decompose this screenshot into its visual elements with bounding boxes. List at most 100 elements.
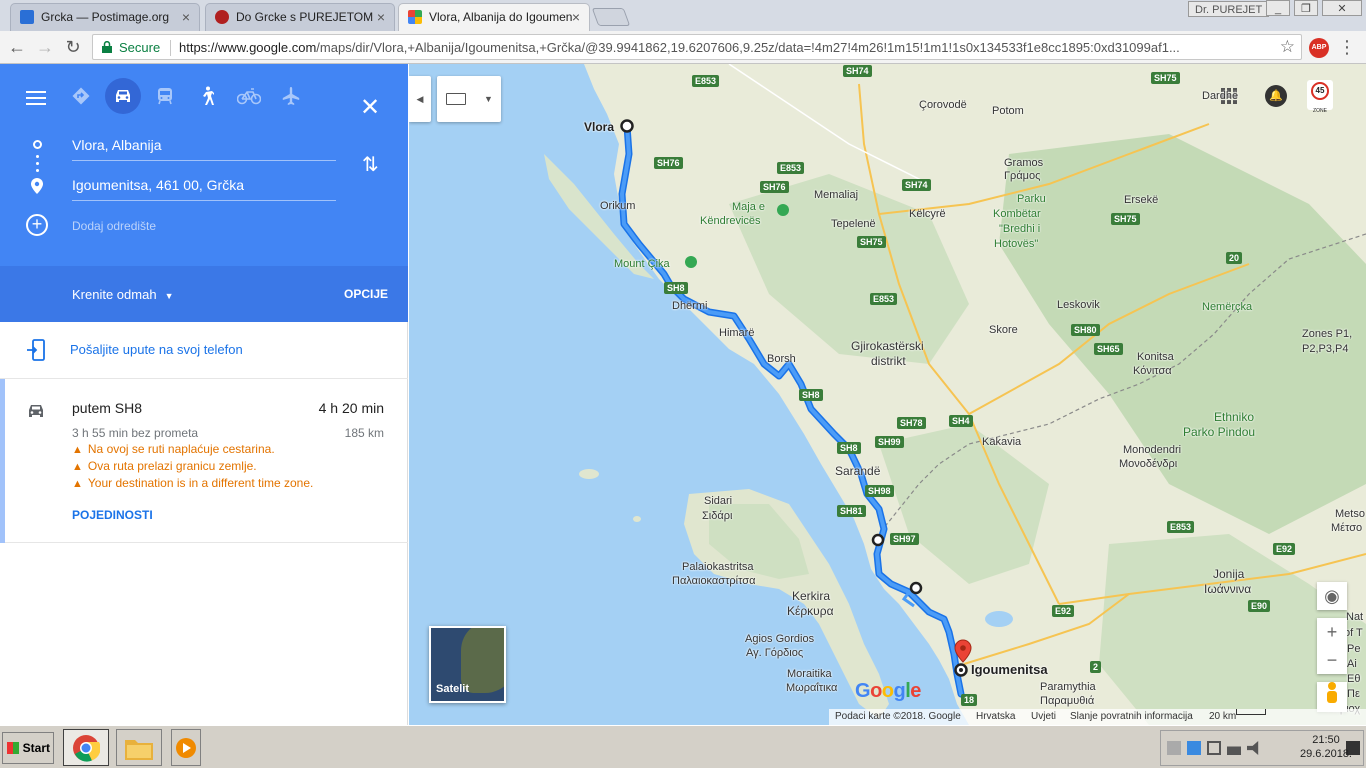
chrome-menu-icon[interactable]: ⋮ [1338,37,1356,58]
send-to-phone-icon [27,339,45,361]
route-duration: 4 h 20 min [318,400,384,416]
zoom-in-button[interactable]: + [1317,618,1347,646]
reload-button[interactable]: ↻ [62,36,84,58]
car-mode-icon[interactable] [105,78,141,114]
country-link[interactable]: Hrvatska [976,709,1015,725]
keyboard-icon [446,93,466,105]
feedback-link[interactable]: Slanje povratnih informacija [1070,709,1193,725]
map-label: Palaiokastritsa [682,561,754,573]
speed-zone-extension-icon[interactable]: 45 ZONE [1307,80,1333,114]
close-tab-icon[interactable]: × [572,4,580,30]
taskbar-explorer[interactable] [116,729,162,766]
tab-google-maps[interactable]: Vlora, Albanija do Igoumen × [398,3,590,31]
map-label: Potom [992,105,1024,117]
map-label: Metso [1335,508,1365,520]
map-label: Κέρκυρα [787,604,834,618]
minimize-button[interactable]: _ [1266,0,1290,16]
back-button[interactable]: ← [6,36,28,58]
swap-waypoints-icon[interactable]: ⇅ [362,152,379,177]
map-label: Borsh [767,353,796,365]
input-tools-button[interactable]: ▼ [437,76,501,122]
usb-icon[interactable] [1207,741,1221,755]
satellite-toggle[interactable]: Satelit [429,626,506,703]
map-label: Moraitika [787,668,832,680]
dropbox-icon[interactable] [1187,741,1201,755]
tab-purejet[interactable]: Do Grcke s PUREJETOM × [205,3,395,31]
road-shield: SH99 [875,436,904,448]
walk-mode-icon[interactable] [189,78,225,114]
map-data-attribution[interactable]: Podaci karte ©2018. Google [835,709,961,725]
profile-button[interactable]: Dr. PUREJET [1188,1,1270,17]
transit-mode-icon[interactable] [147,78,183,114]
bookmark-star-icon[interactable]: ☆ [1280,37,1295,57]
network-signal-icon[interactable] [1227,741,1241,755]
details-link[interactable]: POJEDINOSTI [72,508,153,522]
menu-icon[interactable] [26,91,46,109]
map-canvas[interactable]: ◀ ▼ 🔔 45 ZONE Vlora Igoumenitsa Çorovodë … [409,64,1366,725]
send-to-phone-row[interactable]: Pošaljite upute na svoj telefon [0,322,408,379]
road-shield: SH8 [799,389,823,401]
warning-toll: ▲ Na ovoj se ruti naplaćuje cestarina. [72,442,275,456]
close-window-button[interactable]: ✕ [1322,0,1362,16]
origin-input[interactable]: Vlora, Albanija [72,137,336,161]
road-shield: SH81 [837,505,866,517]
road-shield: SH8 [664,282,688,294]
route-node-marker[interactable] [871,533,885,547]
road-shield: E853 [870,293,898,305]
warning-icon: ▲ [72,478,83,490]
route-node-marker[interactable] [909,581,923,595]
taskbar-media-player[interactable] [171,729,201,766]
tray-icon[interactable] [1167,741,1181,755]
address-bar[interactable]: Secure https://www.google.com/maps/dir/V… [92,34,1302,60]
close-directions-icon[interactable]: ✕ [360,96,380,120]
new-tab-button[interactable] [591,8,631,26]
volume-icon[interactable] [1247,741,1259,755]
add-destination-icon[interactable]: + [26,214,48,236]
clock-date: 29.6.2018. [1300,748,1352,760]
map-label: Ersekë [1124,194,1159,206]
zoom-out-button[interactable]: − [1317,646,1347,674]
tab-postimage[interactable]: Grcka — Postimage.org × [10,3,200,31]
map-label: Kakavia [982,436,1022,448]
taskbar-chrome[interactable] [63,729,109,766]
map-label: Parku [1017,193,1046,205]
my-location-button[interactable]: ◉ [1317,582,1347,610]
start-button[interactable]: Start [2,732,54,764]
departure-bar: Krenite odmah ▼ OPCIJE [0,266,408,322]
route-distance: 185 km [344,426,384,440]
best-route-mode-icon[interactable] [63,78,99,114]
options-button[interactable]: OPCIJE [344,287,388,301]
add-destination-label[interactable]: Dodaj odredište [72,219,156,233]
road-shield: SH98 [865,485,894,497]
scale-label[interactable]: 20 km [1209,709,1236,725]
adblock-extension-icon[interactable]: ABP [1309,38,1329,58]
map-label: Gjirokastërski [851,339,924,353]
close-tab-icon[interactable]: × [377,4,385,30]
lock-icon [102,41,112,53]
map-label: Μωραΐτικα [786,682,838,694]
forward-button[interactable]: → [34,36,56,58]
road-shield: SH76 [654,157,683,169]
route-card[interactable]: putem SH8 4 h 20 min 3 h 55 min bez prom… [0,379,408,543]
map-label: Sidari [704,495,733,507]
depart-time-dropdown[interactable]: Krenite odmah ▼ [72,287,173,302]
url-path: /maps/dir/Vlora,+Albanija/Igoumenitsa,+G… [316,40,1180,55]
origin-marker[interactable] [620,119,634,133]
notification-bell-icon[interactable]: 🔔 [1265,85,1287,107]
system-clock[interactable]: 21:50 29.6.2018. [1300,733,1352,761]
windows-flag-icon [7,742,19,754]
road-shield: SH97 [890,533,919,545]
tab-title: Do Grcke s PUREJETOM [236,10,374,24]
maximize-button[interactable]: ❐ [1294,0,1318,16]
url-text[interactable]: https://www.google.com/maps/dir/Vlora,+A… [179,40,1274,55]
destination-input[interactable]: Igoumenitsa, 461 00, Grčka [72,177,336,201]
close-tab-icon[interactable]: × [182,4,190,30]
flight-mode-icon[interactable] [273,78,309,114]
bicycle-mode-icon[interactable] [231,78,267,114]
city-label-vlora: Vlora [584,120,615,134]
depart-label: Krenite odmah [72,287,157,302]
street-view-pegman-icon[interactable] [1317,682,1347,712]
collapse-panel-button[interactable]: ◀ [409,76,431,122]
secure-label: Secure [119,40,161,55]
terms-link[interactable]: Uvjeti [1031,709,1056,725]
